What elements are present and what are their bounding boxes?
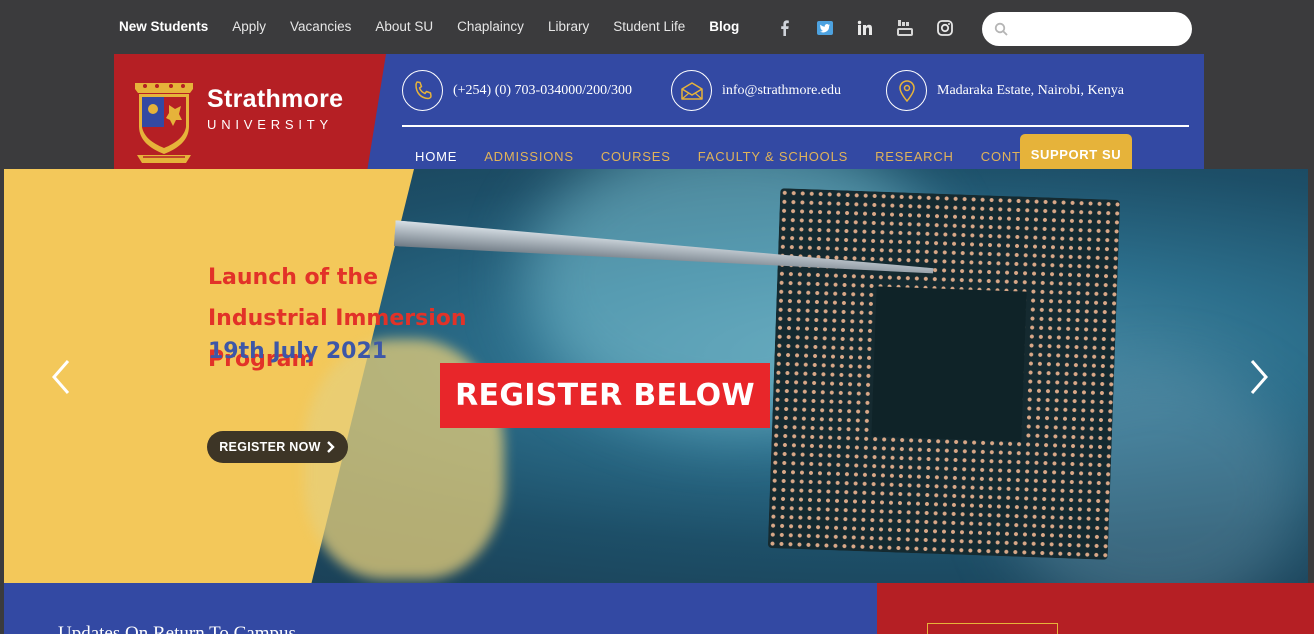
top-link-apply[interactable]: Apply [232,19,266,34]
nav-item-admissions[interactable]: ADMISSIONS [484,149,574,164]
email-address: info@strathmore.edu [722,82,842,98]
logo-name: Strathmore [207,85,344,113]
contact-phone[interactable]: (+254) (0) 703-034000/200/300 [402,70,632,111]
top-link-chaplaincy[interactable]: Chaplaincy [457,19,524,34]
university-crest-icon [135,83,193,163]
slider-prev-arrow-icon[interactable] [48,357,72,397]
nav-item-home[interactable]: HOME [415,149,457,164]
logo-wordmark: Strathmore UNIVERSITY [207,85,343,132]
hero-date: 19th July 2021 [208,339,388,364]
side-panel-button[interactable] [927,623,1058,634]
contact-email[interactable]: info@strathmore.edu [671,70,841,111]
register-below-banner: REGISTER BELOW [440,363,770,428]
street-address: Madaraka Estate, Nairobi, Kenya [937,82,1124,98]
register-now-label: REGISTER NOW [219,440,321,454]
support-su-button[interactable]: SUPPORT SU [1020,134,1132,174]
top-links: New Students Apply Vacancies About SU Chapla… [119,19,763,34]
envelope-icon [671,70,712,111]
nav-item-research[interactable]: RESEARCH [875,149,954,164]
slider-next-arrow-icon[interactable] [1248,357,1272,397]
location-pin-icon [886,70,927,111]
top-utility-bar: New Students Apply Vacancies About SU Chapla… [0,0,1314,54]
updates-title[interactable]: Updates On Return To Campus [58,623,296,634]
contact-address[interactable]: Madaraka Estate, Nairobi, Kenya [886,70,1124,111]
phone-icon [402,70,443,111]
social-links [776,19,954,37]
linkedin-icon[interactable] [856,19,874,37]
chevron-right-icon [326,441,335,453]
youtube-icon[interactable] [896,19,914,37]
facebook-icon[interactable] [776,19,794,37]
top-link-library[interactable]: Library [548,19,589,34]
page: New Students Apply Vacancies About SU Chapla… [0,0,1314,634]
top-link-new-students[interactable]: New Students [119,19,208,34]
phone-number: (+254) (0) 703-034000/200/300 [453,82,632,98]
top-link-student-life[interactable]: Student Life [613,19,685,34]
search-box[interactable] [982,12,1192,46]
search-input[interactable] [1014,18,1179,40]
header-divider [402,125,1189,127]
logo-subtitle: UNIVERSITY [207,117,334,132]
instagram-icon[interactable] [936,19,954,37]
hero-slider: Launch of the Industrial Immersion Progr… [4,169,1308,583]
top-link-vacancies[interactable]: Vacancies [290,19,351,34]
twitter-icon[interactable] [816,19,834,37]
register-now-button[interactable]: REGISTER NOW [207,431,348,463]
nav-item-faculty-schools[interactable]: FACULTY & SCHOOLS [698,149,848,164]
search-icon [994,22,1008,36]
updates-panel: Updates On Return To Campus [4,583,877,634]
main-navigation: HOME ADMISSIONS COURSES FACULTY & SCHOOLS RE… [415,149,1075,164]
top-link-about-su[interactable]: About SU [375,19,433,34]
nav-item-courses[interactable]: COURSES [601,149,671,164]
top-link-blog[interactable]: Blog [709,19,739,34]
red-side-panel [877,583,1314,634]
